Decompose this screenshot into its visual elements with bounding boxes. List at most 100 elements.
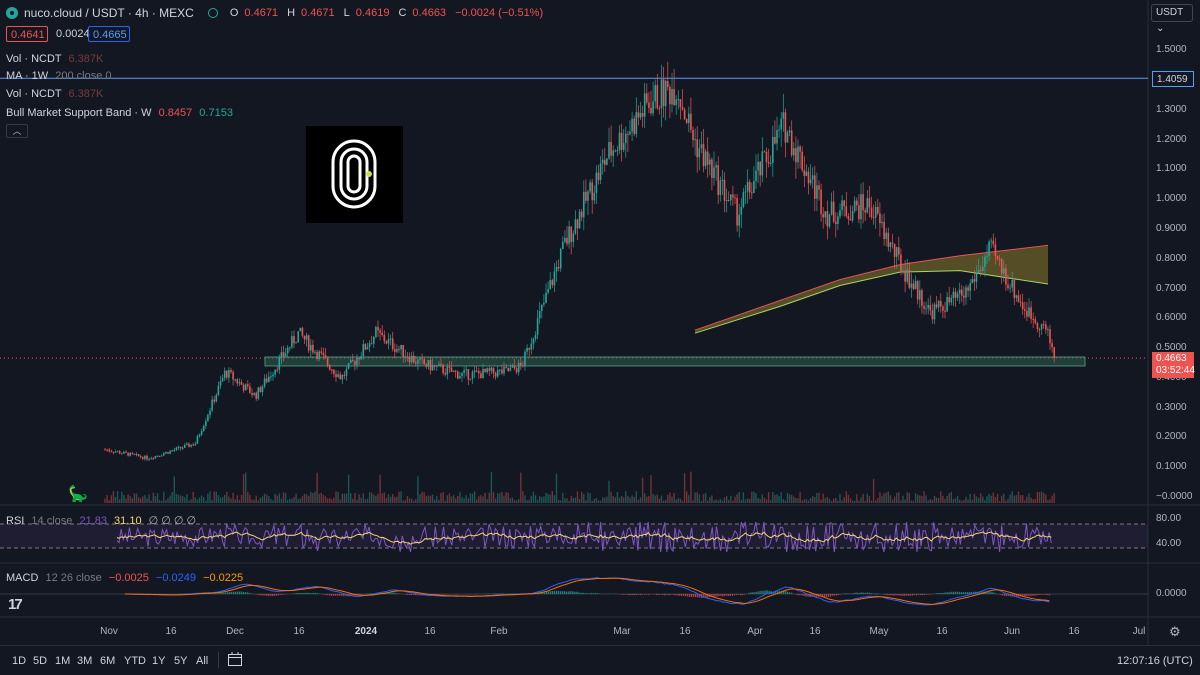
dinosaur-icon[interactable]: 🦕 <box>68 484 88 504</box>
volume-bar <box>492 491 495 503</box>
candle <box>1017 290 1020 303</box>
go-to-date-calendar-icon[interactable] <box>227 651 243 670</box>
chart-settings-gear-icon[interactable]: ⚙ <box>1169 624 1181 640</box>
volume-bar <box>952 499 955 503</box>
candle <box>1015 294 1018 302</box>
macd-hist-bar <box>443 594 445 595</box>
volume-bar <box>396 496 398 503</box>
macd-hist-bar <box>954 591 956 594</box>
volume-bar <box>1053 493 1055 503</box>
volume-bar <box>465 495 467 503</box>
sell-price-box[interactable]: 0.4641 <box>6 26 48 42</box>
macd-hist-bar <box>414 594 417 596</box>
volume-bar <box>900 500 902 503</box>
candle <box>255 391 257 402</box>
macd-hist-bar <box>940 592 942 594</box>
volume-bar <box>179 495 182 503</box>
timeframe-button-6m[interactable]: 6M <box>100 655 115 667</box>
volume-bar <box>805 499 808 503</box>
candle <box>215 393 218 403</box>
legend-macd[interactable]: MACD 12 26 close −0.0025 −0.0249 −0.0225 <box>6 572 243 584</box>
timeframe-button-1d[interactable]: 1D <box>12 655 26 667</box>
macd-signal-line <box>124 577 1050 605</box>
legend-volume-2-name: Vol · NCDT <box>6 88 62 100</box>
macd-hist-bar <box>561 591 564 594</box>
candle <box>175 446 178 452</box>
volume-bar <box>967 499 969 503</box>
legend-bmsb-upper: 0.8457 <box>158 107 193 119</box>
timeframe-button-1y[interactable]: 1Y <box>152 655 165 667</box>
candle <box>767 148 770 168</box>
volume-bar <box>242 474 245 503</box>
candle <box>173 447 176 453</box>
candle <box>555 260 558 282</box>
macd-hist-bar <box>572 591 574 594</box>
volume-bar <box>856 494 858 503</box>
candle <box>152 457 155 460</box>
symbol-title[interactable]: nuco.cloud / USDT · 4h · MEXC <box>24 6 194 20</box>
main-chart-canvas[interactable] <box>0 0 1200 645</box>
volume-bar <box>520 472 522 503</box>
timeframe-button-all[interactable]: All <box>196 655 208 667</box>
legend-bmsb[interactable]: Bull Market Support Band · W 0.8457 0.71… <box>6 107 233 119</box>
macd-hist-bar <box>891 594 893 596</box>
candle <box>937 299 940 312</box>
candle <box>853 196 856 214</box>
candle <box>557 259 560 272</box>
volume-bar <box>1001 495 1003 503</box>
candle <box>496 365 499 378</box>
candle <box>545 283 547 304</box>
legend-bmsb-lower: 0.7153 <box>199 107 233 119</box>
legend-rsi-value: 21.83 <box>79 515 107 527</box>
candle <box>427 360 430 370</box>
macd-hist-bar <box>238 591 241 594</box>
volume-bar <box>511 497 514 503</box>
bull-market-support-band[interactable] <box>695 245 1048 334</box>
volume-bar <box>123 494 125 503</box>
candle <box>576 218 579 241</box>
legend-rsi[interactable]: RSI 14 close 21.83 31.10 ∅ ∅ ∅ ∅ <box>6 514 196 527</box>
volume-bar <box>438 499 440 503</box>
timeframe-button-ytd[interactable]: YTD <box>124 655 146 667</box>
volume-bar <box>232 492 234 503</box>
timeframe-button-3m[interactable]: 3M <box>77 655 92 667</box>
candle <box>643 83 646 128</box>
tradingview-logo-icon[interactable]: 17 <box>8 596 23 613</box>
candle <box>807 167 810 195</box>
volume-bar <box>994 497 997 503</box>
candle <box>961 285 963 303</box>
timeframe-button-1m[interactable]: 1M <box>55 655 70 667</box>
candle <box>732 185 734 206</box>
legend-volume-2[interactable]: Vol · NCDT 6.387K <box>6 88 103 100</box>
market-status-icon[interactable] <box>207 8 218 18</box>
utc-clock[interactable]: 12:07:16 (UTC) <box>1117 655 1193 667</box>
candle <box>192 442 194 447</box>
candle <box>228 367 230 383</box>
candle <box>524 349 526 371</box>
support-zone-rect[interactable] <box>264 356 1086 367</box>
macd-hist-bar <box>249 593 251 594</box>
candle <box>662 66 665 118</box>
macd-hist-bar <box>907 594 909 596</box>
candle <box>385 340 388 345</box>
collapse-legend-button[interactable]: ︿ <box>6 124 28 138</box>
volume-bar <box>131 498 133 503</box>
candle <box>700 131 703 154</box>
candle <box>820 183 822 222</box>
buy-price-box[interactable]: 0.4665 <box>88 26 130 42</box>
candle <box>763 149 766 153</box>
legend-volume-1[interactable]: Vol · NCDT 6.387K <box>6 53 103 65</box>
candle <box>818 180 820 201</box>
macd-hist-bar <box>664 594 666 596</box>
volume-bar <box>366 498 369 503</box>
candle <box>648 92 650 114</box>
timeframe-button-5y[interactable]: 5Y <box>174 655 187 667</box>
timeframe-button-5d[interactable]: 5D <box>33 655 47 667</box>
candle <box>551 278 554 289</box>
candle <box>608 127 610 160</box>
volume-bar <box>140 498 142 503</box>
macd-hist-bar <box>236 591 239 594</box>
currency-select[interactable]: USDT ⌄ <box>1151 4 1193 34</box>
legend-ma[interactable]: MA · 1W 200 close 0 <box>6 70 112 82</box>
volume-bar <box>410 498 413 503</box>
